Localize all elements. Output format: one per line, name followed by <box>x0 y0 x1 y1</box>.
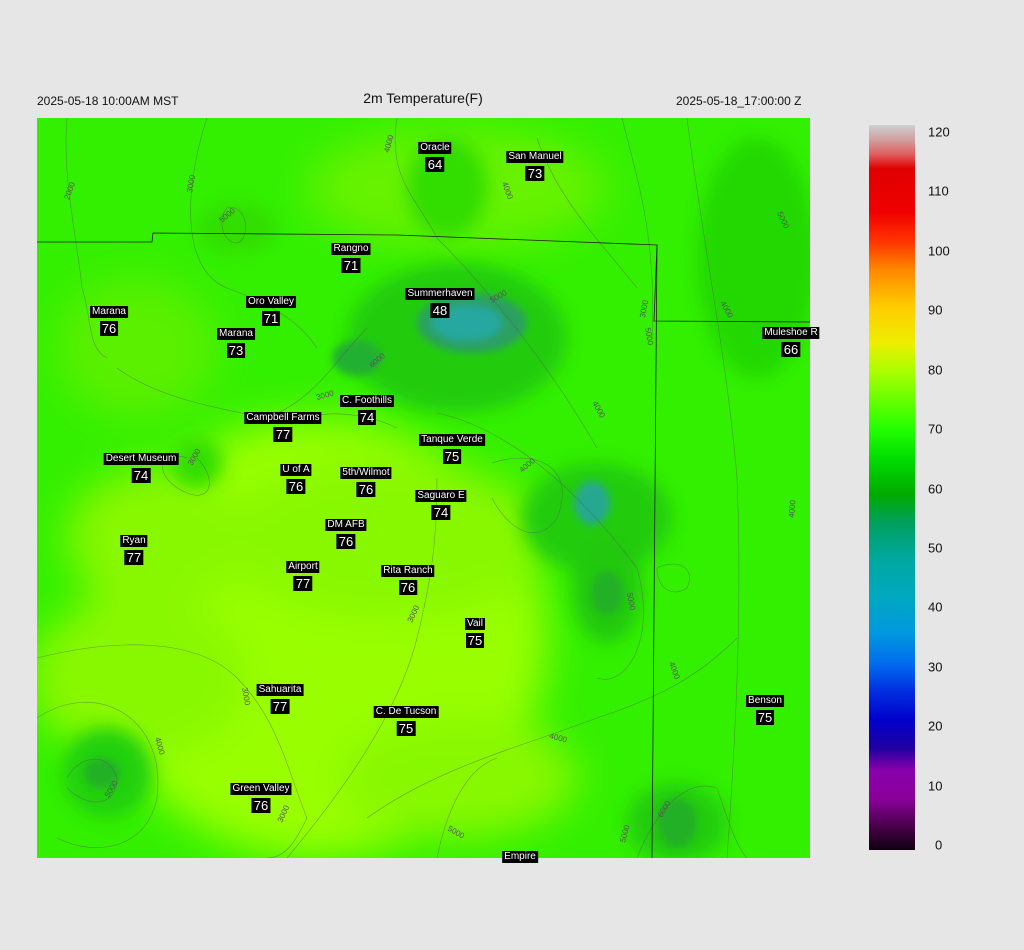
temperature-colorbar <box>869 125 915 850</box>
station-tanque-verde: Tanque Verde 75 <box>419 430 485 464</box>
station-rita-ranch: Rita Ranch 76 <box>381 561 435 595</box>
station-san-manuel: San Manuel 73 <box>506 147 564 181</box>
station-green-valley: Green Valley 76 <box>230 779 292 813</box>
colorbar-tick-label: 80 <box>928 362 943 378</box>
station-temp: 74 <box>431 505 451 520</box>
station-temp: 66 <box>781 342 801 357</box>
station-benson: Benson 75 <box>746 691 784 725</box>
station-temp: 71 <box>341 258 361 273</box>
station-temp: 74 <box>131 468 151 483</box>
colorbar-tick-label: 30 <box>928 659 943 675</box>
station-name: Vail <box>465 618 485 630</box>
station-name: Summerhaven <box>405 288 475 300</box>
station-sahuarita: Sahuarita 77 <box>256 680 304 714</box>
station-temp: 77 <box>273 427 293 442</box>
contour-label: 4000 <box>787 499 798 518</box>
station-muleshoe-r: Muleshoe R 66 <box>762 323 820 357</box>
valid-time-utc: 2025-05-18_17:00:00 Z <box>676 94 802 108</box>
colorbar-tick-label: 0 <box>935 837 943 853</box>
station-temp: 76 <box>251 798 271 813</box>
station-temp: 64 <box>425 157 445 172</box>
station-c-de-tucson: C. De Tucson 75 <box>373 702 439 736</box>
station-name: Rita Ranch <box>381 565 435 577</box>
station-name: Airport <box>286 561 320 573</box>
colorbar-tick-label: 70 <box>928 421 943 437</box>
station-name: Green Valley <box>230 783 292 795</box>
station-oracle: Oracle 64 <box>418 138 452 172</box>
station-summerhaven: Summerhaven 48 <box>405 284 475 318</box>
station-name: Empire <box>502 851 538 863</box>
station-name: Ryan <box>120 535 148 547</box>
station-name: Marana <box>217 328 255 340</box>
station-name: C. De Tucson <box>373 706 439 718</box>
station-temp: 75 <box>465 633 485 648</box>
station-temp: 48 <box>430 303 450 318</box>
station-name: Marana <box>90 306 128 318</box>
colorbar-tick-label: 110 <box>928 183 949 199</box>
station-rangno: Rangno 71 <box>331 239 371 273</box>
station-temp: 76 <box>336 534 356 549</box>
station-name: Rangno <box>331 243 371 255</box>
station-name: 5th/Wilmot <box>340 467 392 479</box>
station-temp: 76 <box>398 580 418 595</box>
station-name: Sahuarita <box>256 684 304 696</box>
station-temp: 74 <box>357 410 377 425</box>
station-name: Campbell Farms <box>244 412 322 424</box>
station-name: Muleshoe R <box>762 327 820 339</box>
colorbar-tick-label: 90 <box>928 302 943 318</box>
station-empire: Empire <box>502 847 538 863</box>
station-temp: 77 <box>124 550 144 565</box>
station-name: C. Foothills <box>339 395 395 407</box>
station-temp: 77 <box>293 576 313 591</box>
colorbar-tick-label: 60 <box>928 481 943 496</box>
station-name: Saguaro E <box>415 490 467 502</box>
station-ryan: Ryan 77 <box>120 531 148 565</box>
station-name: Oracle <box>418 142 452 154</box>
station-temp: 76 <box>99 321 119 336</box>
colorbar-tick-label: 10 <box>928 778 943 794</box>
station-temp: 75 <box>755 710 775 725</box>
station-temp: 75 <box>442 449 462 464</box>
station-temp: 77 <box>270 699 290 714</box>
station-temp: 73 <box>226 343 246 358</box>
colorbar-tick-label: 120 <box>928 124 950 140</box>
station-temp: 76 <box>286 479 306 494</box>
station-5th-wilmot: 5th/Wilmot 76 <box>340 463 392 497</box>
station-name: Oro Valley <box>246 296 296 308</box>
station-temp: 75 <box>396 721 416 736</box>
colorbar-tick-label: 20 <box>928 718 943 734</box>
station-name: Benson <box>746 695 784 707</box>
colorbar-gradient <box>869 125 915 850</box>
colorbar-tick-label: 50 <box>928 540 943 556</box>
station-marana: Marana 73 <box>217 324 255 358</box>
station-desert-museum: Desert Museum 74 <box>103 449 179 483</box>
colorbar-tick-label: 100 <box>928 243 950 259</box>
station-name: DM AFB <box>325 519 367 531</box>
station-campbell-farms: Campbell Farms 77 <box>244 408 322 442</box>
station-airport: Airport 77 <box>286 557 320 591</box>
station-u-of-a: U of A 76 <box>280 460 312 494</box>
station-dm-afb: DM AFB 76 <box>325 515 367 549</box>
station-name: Desert Museum <box>103 453 179 465</box>
station-temp: 73 <box>525 166 545 181</box>
station-vail: Vail 75 <box>465 614 485 648</box>
station-name: Tanque Verde <box>419 434 485 446</box>
station-saguaro-e: Saguaro E 74 <box>415 486 467 520</box>
station-name: San Manuel <box>506 151 564 163</box>
station-temp: 76 <box>356 482 376 497</box>
station-name: U of A <box>280 464 312 476</box>
station-oro-valley: Oro Valley 71 <box>246 292 296 326</box>
colorbar-tick-label: 40 <box>928 599 943 615</box>
station-temp: 71 <box>261 311 281 326</box>
station-c-foothills: C. Foothills 74 <box>339 391 395 425</box>
station-marana-west: Marana 76 <box>90 302 128 336</box>
